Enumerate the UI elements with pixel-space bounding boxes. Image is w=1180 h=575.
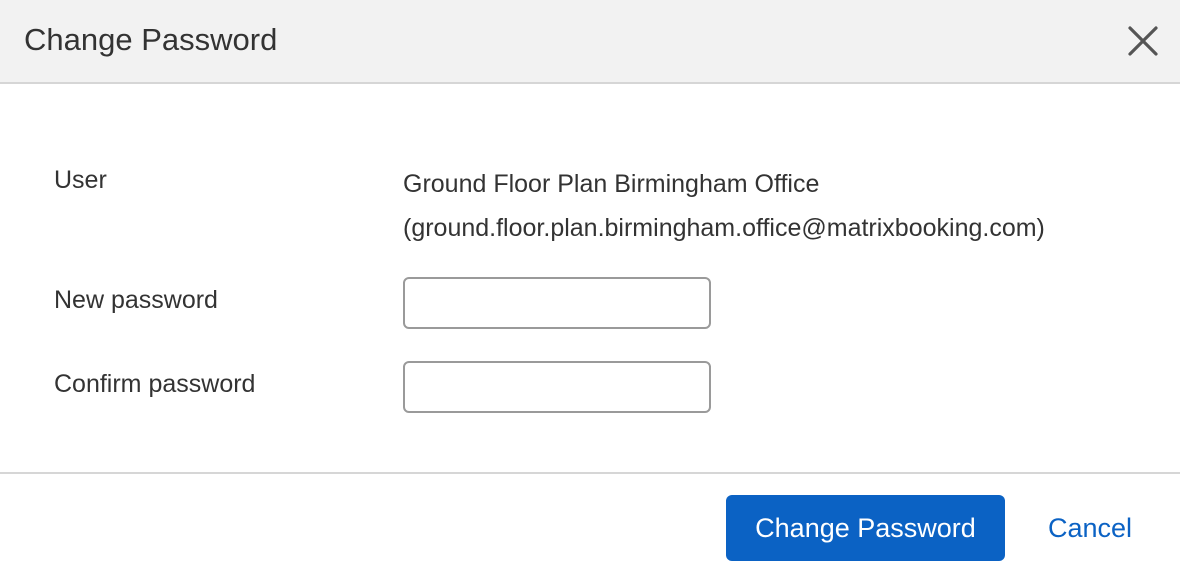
dialog-title: Change Password	[24, 22, 278, 57]
change-password-dialog: Change Password User Ground Floor Plan B…	[0, 0, 1180, 575]
change-password-button[interactable]: Change Password	[726, 495, 1005, 561]
user-email: (ground.floor.plan.birmingham.office@mat…	[403, 214, 1045, 242]
confirm-password-input[interactable]	[403, 361, 711, 413]
close-icon	[1128, 26, 1158, 56]
user-label: User	[54, 166, 107, 194]
close-button[interactable]	[1126, 24, 1160, 58]
user-value: Ground Floor Plan Birmingham Office (gro…	[403, 162, 1045, 250]
dialog-header: Change Password	[0, 0, 1180, 84]
new-password-label: New password	[54, 286, 218, 314]
form-body: User Ground Floor Plan Birmingham Office…	[0, 84, 1180, 472]
footer-divider	[0, 472, 1180, 474]
new-password-input[interactable]	[403, 277, 711, 329]
confirm-password-label: Confirm password	[54, 370, 256, 398]
user-name: Ground Floor Plan Birmingham Office	[403, 170, 820, 198]
cancel-link[interactable]: Cancel	[1048, 510, 1132, 546]
